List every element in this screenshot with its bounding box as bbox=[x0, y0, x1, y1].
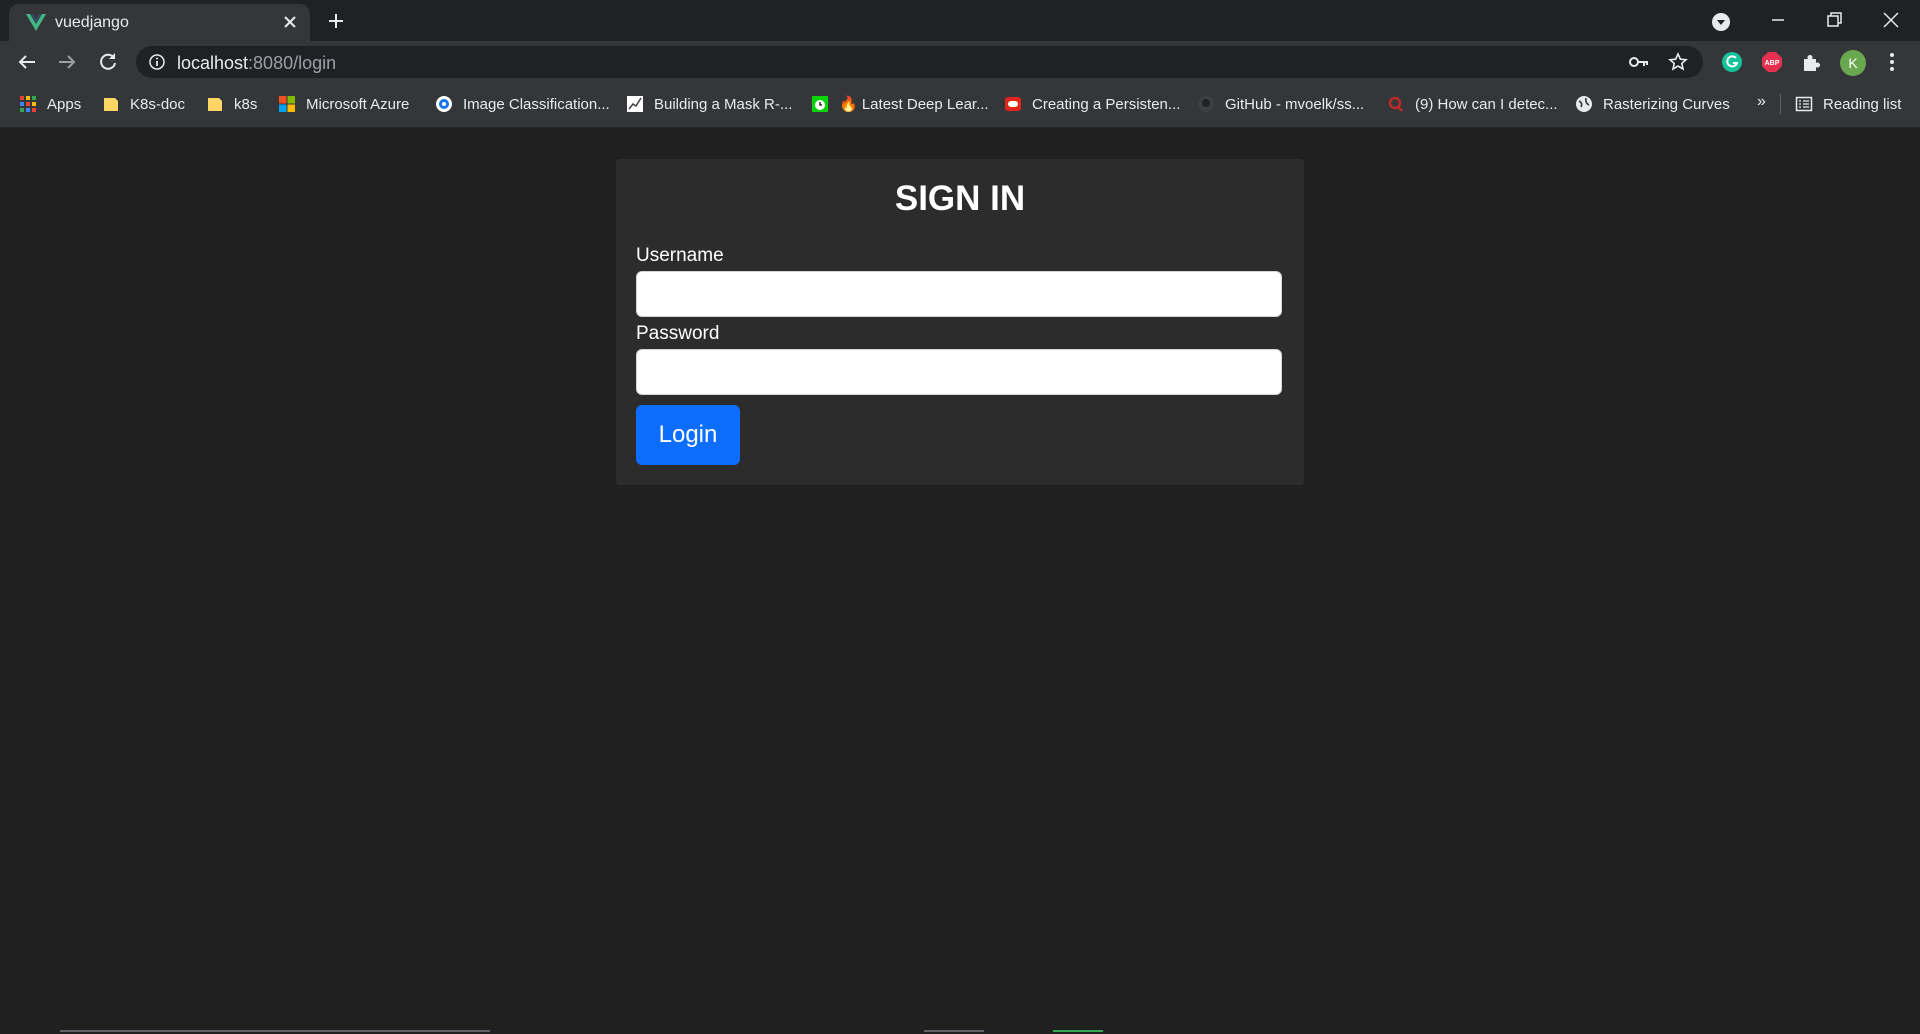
url-path: :8080/login bbox=[248, 53, 337, 73]
browser-menu-icon[interactable] bbox=[1885, 51, 1899, 73]
restore-icon[interactable] bbox=[1824, 10, 1844, 30]
bookmark-apps[interactable]: Apps bbox=[19, 93, 81, 115]
reload-icon[interactable] bbox=[97, 51, 119, 73]
bookmark-label: Creating a Persisten... bbox=[1032, 95, 1181, 113]
status-indicator bbox=[1053, 1030, 1103, 1032]
bookmark-label: Rasterizing Curves bbox=[1603, 95, 1730, 113]
url-host: localhost bbox=[177, 53, 249, 73]
password-label: Password bbox=[636, 323, 720, 344]
github-icon bbox=[1198, 96, 1214, 112]
bookmarks-bar: Apps K8s-doc k8s Microsoft Azure Image C… bbox=[0, 82, 1920, 128]
horizontal-scrollbar[interactable] bbox=[60, 1030, 490, 1032]
url-text[interactable]: localhost:8080/login bbox=[177, 53, 336, 74]
bookmark-rasterizing-curves[interactable]: Rasterizing Curves bbox=[1575, 93, 1730, 115]
key-icon[interactable] bbox=[1629, 54, 1649, 70]
tab-strip: vuedjango bbox=[0, 0, 1920, 41]
reading-list-button[interactable]: Reading list bbox=[1795, 93, 1901, 115]
reading-list-icon bbox=[1795, 96, 1813, 112]
browser-toolbar: localhost:8080/login ABP K bbox=[0, 41, 1920, 82]
bookmark-label: Apps bbox=[47, 95, 82, 113]
more-bookmarks-button[interactable]: » bbox=[1757, 93, 1766, 111]
bookmark-label: k8s bbox=[234, 95, 258, 113]
quora-icon bbox=[1388, 96, 1403, 112]
vue-logo-icon bbox=[26, 14, 46, 31]
bookmark-label: Building a Mask R-... bbox=[654, 95, 793, 113]
bookmark-creating-persistent[interactable]: Creating a Persisten... bbox=[1004, 93, 1180, 115]
bookmark-label: K8s-doc bbox=[130, 95, 186, 113]
reading-list-label: Reading list bbox=[1823, 95, 1902, 113]
bookmark-k8s[interactable]: k8s bbox=[206, 93, 257, 115]
bookmark-label: 🔥 Latest Deep Lear... bbox=[839, 96, 989, 113]
login-card: SIGN IN Username Password Login bbox=[616, 159, 1304, 485]
bookmark-image-classification[interactable]: Image Classification... bbox=[435, 93, 610, 115]
bookmark-label: Image Classification... bbox=[463, 95, 610, 113]
minimize-icon[interactable] bbox=[1768, 10, 1788, 30]
green-clock-icon bbox=[812, 96, 828, 112]
new-tab-icon[interactable] bbox=[326, 11, 346, 31]
tab-title: vuedjango bbox=[55, 14, 129, 31]
bookmark-github[interactable]: GitHub - mvoelk/ss... bbox=[1197, 93, 1364, 115]
microsoft-logo-icon bbox=[279, 96, 295, 112]
folder-icon bbox=[104, 98, 118, 111]
bookmark-microsoft-azure[interactable]: Microsoft Azure bbox=[278, 93, 409, 115]
bookmark-label: Microsoft Azure bbox=[306, 95, 410, 113]
extensions-puzzle-icon[interactable] bbox=[1801, 51, 1823, 73]
page-title: SIGN IN bbox=[894, 179, 1026, 218]
browser-tab[interactable]: vuedjango bbox=[9, 4, 310, 41]
oracle-icon bbox=[1005, 97, 1021, 111]
bookmark-latest-deep-learning[interactable]: 🔥 Latest Deep Lear... bbox=[811, 93, 989, 115]
chart-page-icon bbox=[627, 96, 643, 112]
bookmark-building-mask-rcnn[interactable]: Building a Mask R-... bbox=[626, 93, 792, 115]
apps-grid-icon bbox=[20, 96, 36, 112]
username-label: Username bbox=[636, 245, 724, 266]
bookmark-k8s-doc[interactable]: K8s-doc bbox=[102, 93, 185, 115]
status-indicator bbox=[924, 1030, 984, 1032]
folder-icon bbox=[208, 98, 222, 111]
target-icon bbox=[436, 96, 452, 112]
bookmarks-divider bbox=[1780, 94, 1781, 114]
back-icon[interactable] bbox=[16, 51, 38, 73]
address-bar[interactable]: localhost:8080/login bbox=[136, 46, 1703, 78]
forward-icon[interactable] bbox=[56, 51, 78, 73]
adblock-plus-icon[interactable]: ABP bbox=[1761, 51, 1783, 73]
site-info-icon[interactable] bbox=[149, 54, 165, 70]
bookmark-label: GitHub - mvoelk/ss... bbox=[1225, 95, 1365, 113]
grammarly-icon[interactable] bbox=[1721, 51, 1743, 73]
tab-search-icon[interactable] bbox=[1711, 12, 1731, 32]
login-button[interactable]: Login bbox=[636, 405, 740, 465]
globe-icon bbox=[1576, 96, 1592, 112]
close-window-icon[interactable] bbox=[1881, 10, 1901, 30]
username-input[interactable] bbox=[636, 271, 1282, 317]
close-tab-icon[interactable] bbox=[281, 13, 299, 31]
bookmark-label: (9) How can I detec... bbox=[1415, 95, 1558, 113]
bookmark-quora[interactable]: (9) How can I detec... bbox=[1387, 93, 1558, 115]
password-input[interactable] bbox=[636, 349, 1282, 395]
bookmark-star-icon[interactable] bbox=[1668, 52, 1688, 72]
profile-avatar[interactable]: K bbox=[1840, 50, 1866, 76]
svg-text:ABP: ABP bbox=[1765, 60, 1780, 67]
